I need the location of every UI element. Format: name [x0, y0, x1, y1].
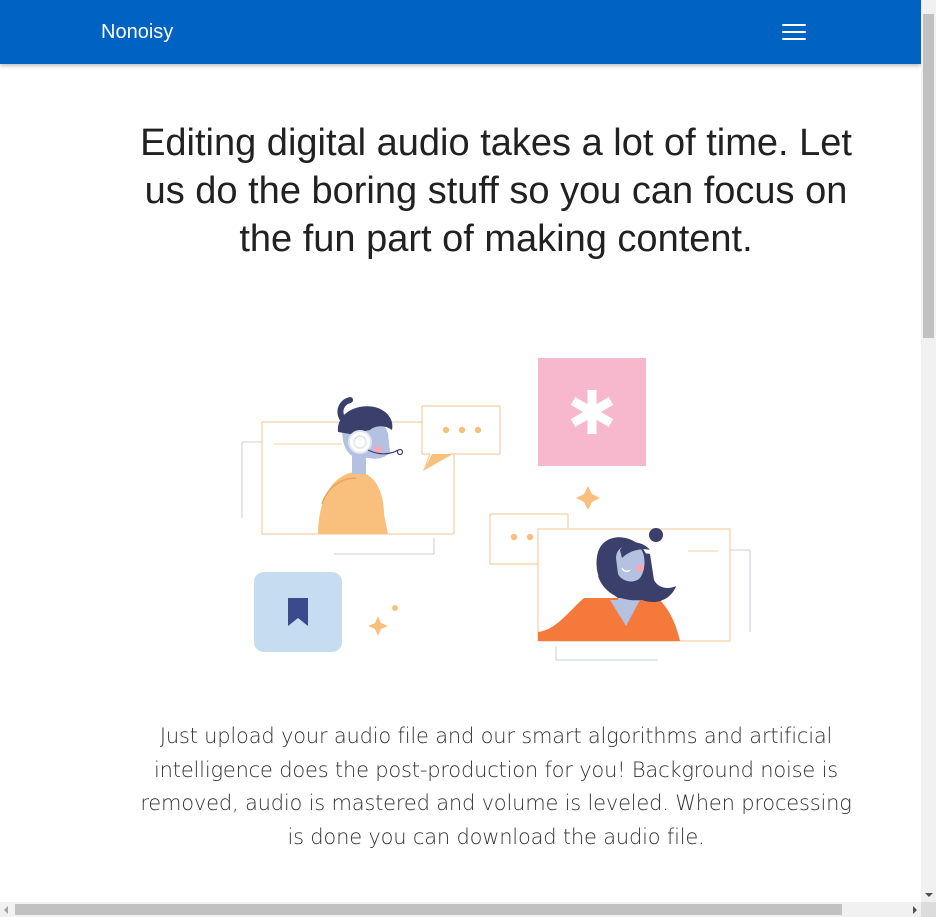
- horizontal-scrollbar-thumb[interactable]: [15, 904, 842, 915]
- sparkle-small-icon: [368, 616, 388, 636]
- page-viewport: Nonoisy Editing digital audio takes a lo…: [0, 0, 921, 902]
- hamburger-menu-button[interactable]: [776, 16, 812, 48]
- navbar: Nonoisy: [0, 0, 921, 64]
- horizontal-scrollbar[interactable]: [0, 902, 921, 917]
- chat-bubble-icon: [421, 405, 501, 472]
- hero-illustration: [241, 358, 751, 661]
- scrollbar-corner: [921, 902, 936, 917]
- vertical-scrollbar-thumb[interactable]: [923, 14, 934, 338]
- scroll-left-arrow-icon[interactable]: [4, 906, 8, 914]
- vertical-scrollbar[interactable]: [921, 0, 936, 902]
- hero-headline: Editing digital audio takes a lot of tim…: [140, 122, 852, 260]
- hero-description: Just upload your audio file and our smar…: [140, 724, 852, 849]
- scroll-down-arrow-icon[interactable]: [925, 893, 933, 897]
- sparkle-icon: [576, 486, 600, 510]
- brand-link[interactable]: Nonoisy: [101, 20, 173, 44]
- scroll-right-arrow-icon[interactable]: [913, 906, 917, 914]
